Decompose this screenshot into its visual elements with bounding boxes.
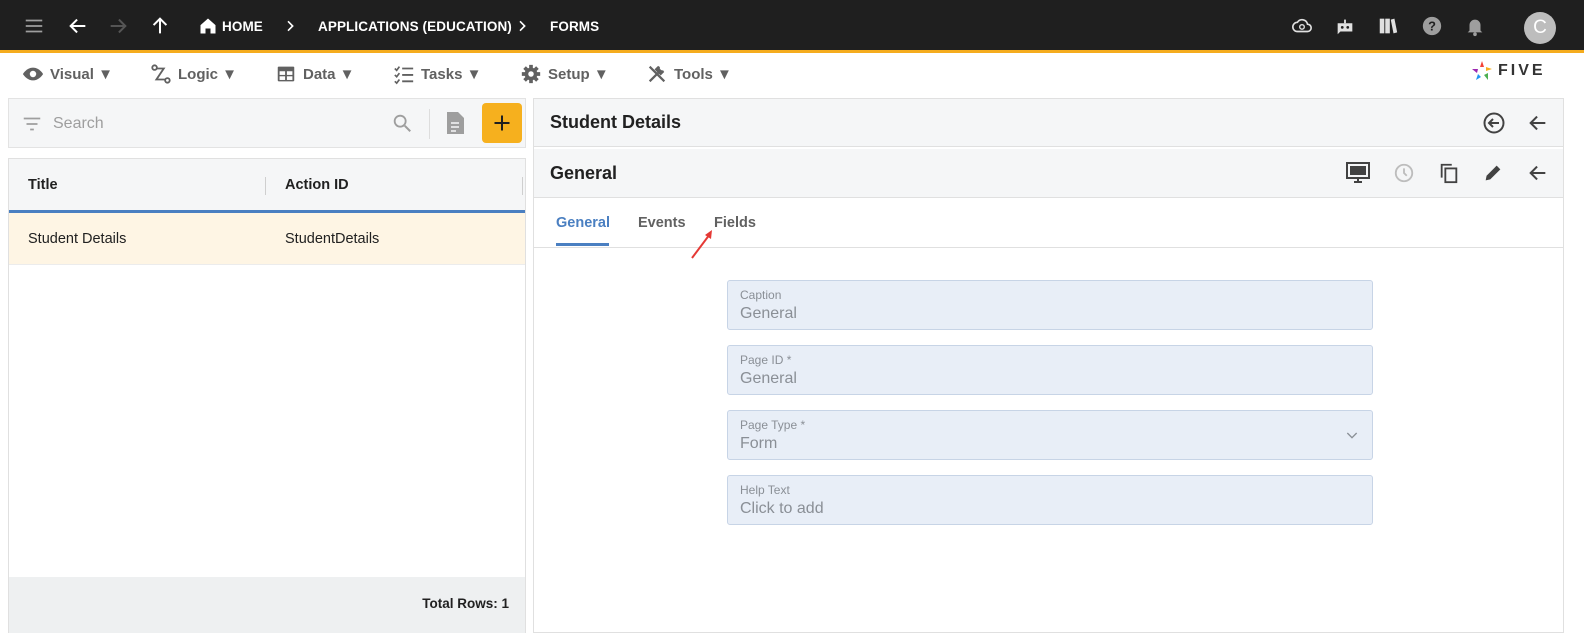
menu-tasks-label: Tasks ▼ — [421, 65, 482, 83]
list-header: Title Action ID — [9, 159, 525, 213]
return-icon[interactable] — [1480, 109, 1508, 137]
tools-icon — [646, 63, 668, 85]
breadcrumb-home[interactable]: HOME — [222, 19, 263, 34]
tab-general[interactable]: General — [556, 215, 610, 231]
page-id-field[interactable]: Page ID * General — [727, 345, 1373, 395]
records-list: Title Action ID Student Details StudentD… — [8, 158, 526, 633]
breadcrumb-forms[interactable]: FORMS — [550, 19, 599, 34]
section-title: General — [550, 163, 618, 183]
preview-screen-icon[interactable] — [1344, 159, 1372, 187]
menu-visual[interactable]: Visual ▼ — [22, 63, 113, 85]
history-clock-icon[interactable] — [1390, 159, 1418, 187]
total-rows-count: Total Rows: 1 — [422, 596, 509, 611]
close-back-arrow-icon[interactable] — [1524, 109, 1552, 137]
help-text-label: Help Text — [740, 483, 790, 497]
section-header: General — [534, 149, 1563, 198]
chevron-down-icon[interactable] — [1344, 427, 1360, 443]
breadcrumb-applications[interactable]: APPLICATIONS (EDUCATION) — [318, 19, 512, 34]
menu-setup-label: Setup ▼ — [548, 65, 609, 83]
caption-value: General — [740, 305, 797, 322]
menu-tools-label: Tools ▼ — [674, 65, 732, 83]
help-icon[interactable]: ? — [1420, 14, 1444, 38]
page-type-value: Form — [740, 435, 778, 452]
detail-title: Student Details — [550, 112, 682, 132]
page-id-label: Page ID * — [740, 353, 792, 367]
plus-icon — [494, 115, 510, 131]
back-arrow-icon[interactable] — [66, 14, 90, 38]
cloud-sync-icon[interactable] — [1290, 14, 1314, 38]
home-icon[interactable] — [196, 14, 220, 38]
tab-fields[interactable]: Fields — [714, 215, 756, 231]
detail-header: Student Details — [534, 99, 1563, 147]
detail-panel: Student Details General General Events F… — [533, 98, 1564, 633]
menu-logic[interactable]: Logic ▼ — [150, 63, 237, 85]
table-icon — [275, 63, 297, 85]
five-logo-mark-icon — [1472, 61, 1492, 80]
help-text-value: Click to add — [740, 500, 824, 517]
user-avatar[interactable]: C — [1524, 12, 1556, 44]
forward-arrow-icon[interactable] — [106, 14, 130, 38]
logic-icon — [150, 63, 172, 85]
caption-field[interactable]: Caption General — [727, 280, 1373, 330]
document-icon[interactable] — [444, 111, 466, 135]
notifications-bell-icon[interactable] — [1463, 14, 1487, 38]
help-text-field[interactable]: Help Text Click to add — [727, 475, 1373, 525]
menu-tools[interactable]: Tools ▼ — [646, 63, 732, 85]
row-action-id-cell: StudentDetails — [285, 231, 380, 247]
menu-bar: Visual ▼ Logic ▼ Data ▼ Tasks ▼ Setup ▼ … — [0, 56, 1584, 91]
menu-logic-label: Logic ▼ — [178, 65, 238, 83]
column-title[interactable]: Title — [28, 177, 58, 193]
menu-visual-label: Visual ▼ — [50, 65, 113, 83]
active-tab-indicator — [556, 243, 609, 246]
chatbot-icon[interactable] — [1333, 14, 1357, 38]
svg-text:?: ? — [1428, 19, 1436, 34]
menu-data-label: Data ▼ — [303, 65, 355, 83]
hamburger-menu-icon[interactable] — [22, 14, 46, 38]
column-separator — [522, 177, 523, 195]
top-bar: HOME APPLICATIONS (EDUCATION) FORMS ? C — [0, 0, 1584, 53]
brand-name: FIVE — [1498, 62, 1546, 79]
caption-label: Caption — [740, 288, 782, 302]
copy-icon[interactable] — [1435, 159, 1463, 187]
five-logo: FIVE — [1470, 58, 1562, 84]
up-arrow-icon[interactable] — [148, 14, 172, 38]
library-books-icon[interactable] — [1376, 14, 1400, 38]
row-title-cell: Student Details — [28, 231, 127, 247]
page-id-value: General — [740, 370, 797, 387]
chevron-right-icon — [278, 14, 302, 38]
add-button[interactable] — [482, 103, 522, 143]
menu-setup[interactable]: Setup ▼ — [520, 63, 609, 85]
gear-icon — [520, 63, 542, 85]
table-row[interactable]: Student Details StudentDetails — [9, 213, 525, 265]
menu-data[interactable]: Data ▼ — [275, 63, 355, 85]
search-divider — [429, 109, 430, 139]
edit-pencil-icon[interactable] — [1479, 159, 1507, 187]
search-input[interactable]: Search — [53, 115, 104, 133]
page-type-label: Page Type * — [740, 418, 806, 432]
tab-events[interactable]: Events — [638, 215, 686, 231]
tasks-icon — [393, 63, 415, 85]
column-separator — [265, 177, 266, 195]
filter-icon[interactable] — [21, 113, 43, 135]
eye-icon — [22, 63, 44, 85]
annotation-arrow-icon — [691, 230, 712, 259]
column-action-id[interactable]: Action ID — [285, 177, 349, 193]
list-footer: Total Rows: 1 — [9, 577, 525, 633]
search-bar: Search — [8, 98, 526, 148]
search-icon[interactable] — [391, 112, 413, 134]
back-arrow-icon[interactable] — [1524, 159, 1552, 187]
chevron-right-icon — [510, 14, 534, 38]
page-type-select[interactable]: Page Type * Form — [727, 410, 1373, 460]
menu-tasks[interactable]: Tasks ▼ — [393, 63, 481, 85]
